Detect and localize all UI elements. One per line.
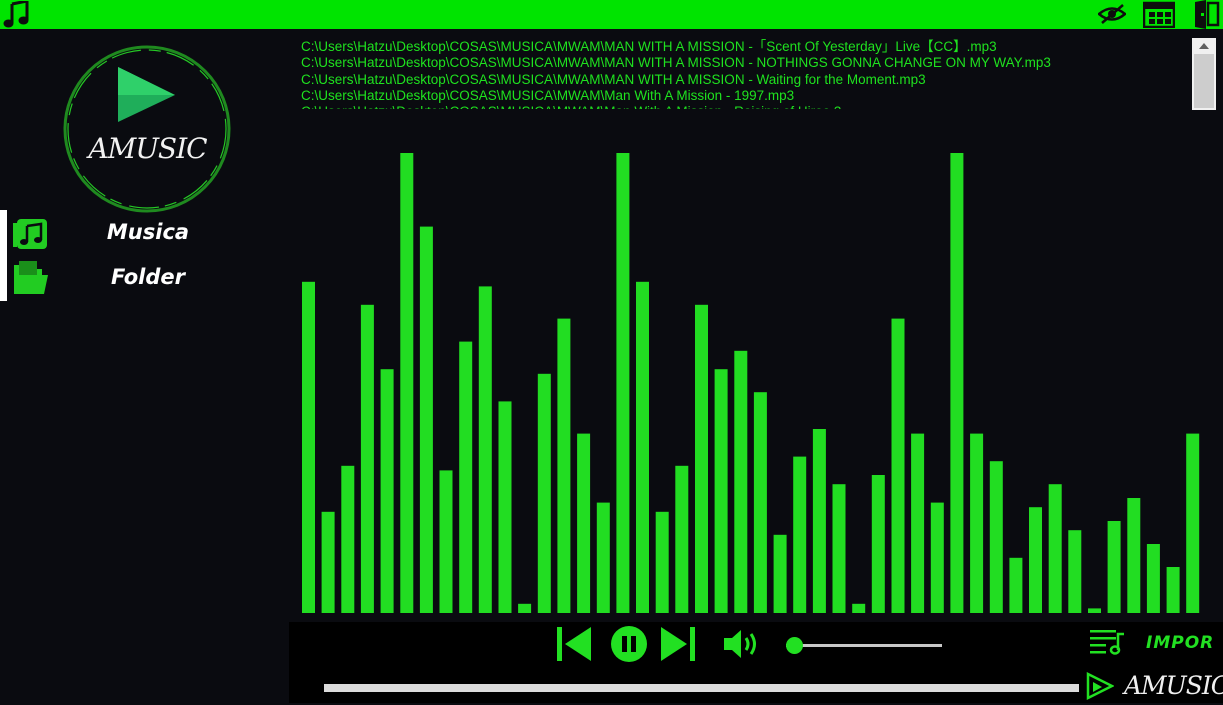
app-logo: AMUSIC — [60, 39, 235, 214]
playlist-icon[interactable] — [1090, 628, 1126, 661]
spectrum-bar — [577, 433, 591, 613]
spectrum-visualizer — [289, 110, 1223, 622]
volume-icon[interactable] — [723, 628, 761, 665]
visibility-off-icon[interactable] — [1097, 3, 1127, 30]
playlist-list[interactable]: C:\Users\Hatzu\Desktop\COSAS\MUSICA\MWAM… — [301, 39, 1191, 109]
spectrum-bar — [1048, 484, 1062, 613]
spectrum-bar — [950, 153, 964, 613]
folder-open-icon — [12, 259, 50, 300]
spectrum-bar — [557, 318, 571, 613]
playlist-item[interactable]: C:\Users\Hatzu\Desktop\COSAS\MUSICA\MWAM… — [301, 72, 1191, 88]
sidebar-item-musica[interactable]: Musica — [0, 210, 289, 256]
spectrum-bar — [616, 153, 630, 613]
spectrum-bar — [302, 281, 315, 613]
spectrum-bar — [832, 484, 846, 613]
spectrum-bar — [1146, 544, 1160, 613]
music-library-icon — [12, 218, 50, 255]
spectrum-bar — [930, 502, 944, 613]
spectrum-bar — [911, 433, 925, 613]
playlist-item[interactable]: C:\Users\Hatzu\Desktop\COSAS\MUSICA\MWAM… — [301, 104, 1191, 109]
amusic-logo-icon — [1086, 671, 1115, 705]
brand-label: AMUSIC — [1124, 671, 1223, 700]
import-button[interactable]: IMPOR — [1146, 633, 1214, 653]
spectrum-bar — [753, 392, 767, 613]
playlist-scrollbar[interactable] — [1192, 38, 1216, 110]
title-bar — [0, 0, 1223, 29]
spectrum-bar — [1166, 567, 1180, 613]
spectrum-bar — [970, 433, 984, 613]
spectrum-bar — [596, 502, 610, 613]
door-exit-icon[interactable] — [1192, 0, 1220, 34]
spectrum-bar — [891, 318, 905, 613]
volume-slider-track[interactable] — [786, 644, 942, 647]
spectrum-bar — [1009, 557, 1023, 613]
spectrum-bar — [439, 470, 453, 613]
spectrum-bar — [1186, 433, 1200, 613]
spectrum-bar — [380, 369, 394, 613]
spectrum-bar — [1029, 507, 1042, 613]
progress-fill — [324, 684, 1079, 692]
next-icon[interactable] — [660, 626, 696, 667]
spectrum-bar — [714, 369, 728, 613]
volume-slider-knob[interactable] — [785, 637, 803, 654]
playlist-item[interactable]: C:\Users\Hatzu\Desktop\COSAS\MUSICA\MWAM… — [301, 88, 1191, 104]
spectrum-bar — [1107, 521, 1121, 613]
spectrum-bar — [478, 286, 492, 613]
playlist-item[interactable]: C:\Users\Hatzu\Desktop\COSAS\MUSICA\MWAM… — [301, 39, 1191, 55]
active-marker — [0, 210, 7, 256]
spectrum-bar — [989, 461, 1003, 613]
spectrum-bar — [695, 304, 708, 613]
spectrum-bar — [1088, 608, 1101, 613]
spectrum-bar — [341, 465, 355, 613]
scroll-up-icon[interactable] — [1199, 43, 1209, 49]
spectrum-bar — [518, 603, 532, 613]
spectrum-bar — [734, 350, 748, 613]
spectrum-bar — [675, 465, 689, 613]
spectrum-bar — [793, 456, 807, 613]
spectrum-bar — [360, 304, 374, 613]
spectrum-bar — [537, 373, 551, 613]
pause-icon[interactable] — [610, 625, 648, 668]
progress-bar[interactable] — [324, 684, 1079, 692]
active-marker — [0, 255, 7, 301]
spectrum-bar — [871, 475, 885, 613]
logo-text: AMUSIC — [88, 132, 207, 165]
sidebar-item-label: Musica — [106, 220, 190, 244]
spectrum-bar — [498, 401, 512, 613]
playlist-item[interactable]: C:\Users\Hatzu\Desktop\COSAS\MUSICA\MWAM… — [301, 55, 1191, 71]
spectrum-bar — [419, 226, 433, 613]
spectrum-bar — [1127, 498, 1141, 613]
scrollbar-thumb[interactable] — [1194, 54, 1214, 108]
spectrum-bar — [655, 511, 669, 613]
sidebar-item-label: Folder — [111, 265, 185, 289]
spectrum-bar — [459, 341, 473, 613]
sidebar-item-folder[interactable]: Folder — [0, 255, 289, 301]
sidebar: AMUSIC Musica Folder — [0, 29, 289, 703]
previous-icon[interactable] — [557, 626, 593, 667]
player-controls: IMPOR AMUSIC — [289, 622, 1223, 703]
spectrum-bar — [1068, 530, 1082, 613]
calendar-grid-icon[interactable] — [1142, 0, 1176, 33]
spectrum-bar — [773, 534, 787, 613]
spectrum-bar — [636, 281, 649, 613]
spectrum-bar — [400, 153, 414, 613]
spectrum-bar — [812, 429, 826, 613]
spectrum-bar — [321, 511, 335, 613]
spectrum-bar — [852, 603, 866, 613]
